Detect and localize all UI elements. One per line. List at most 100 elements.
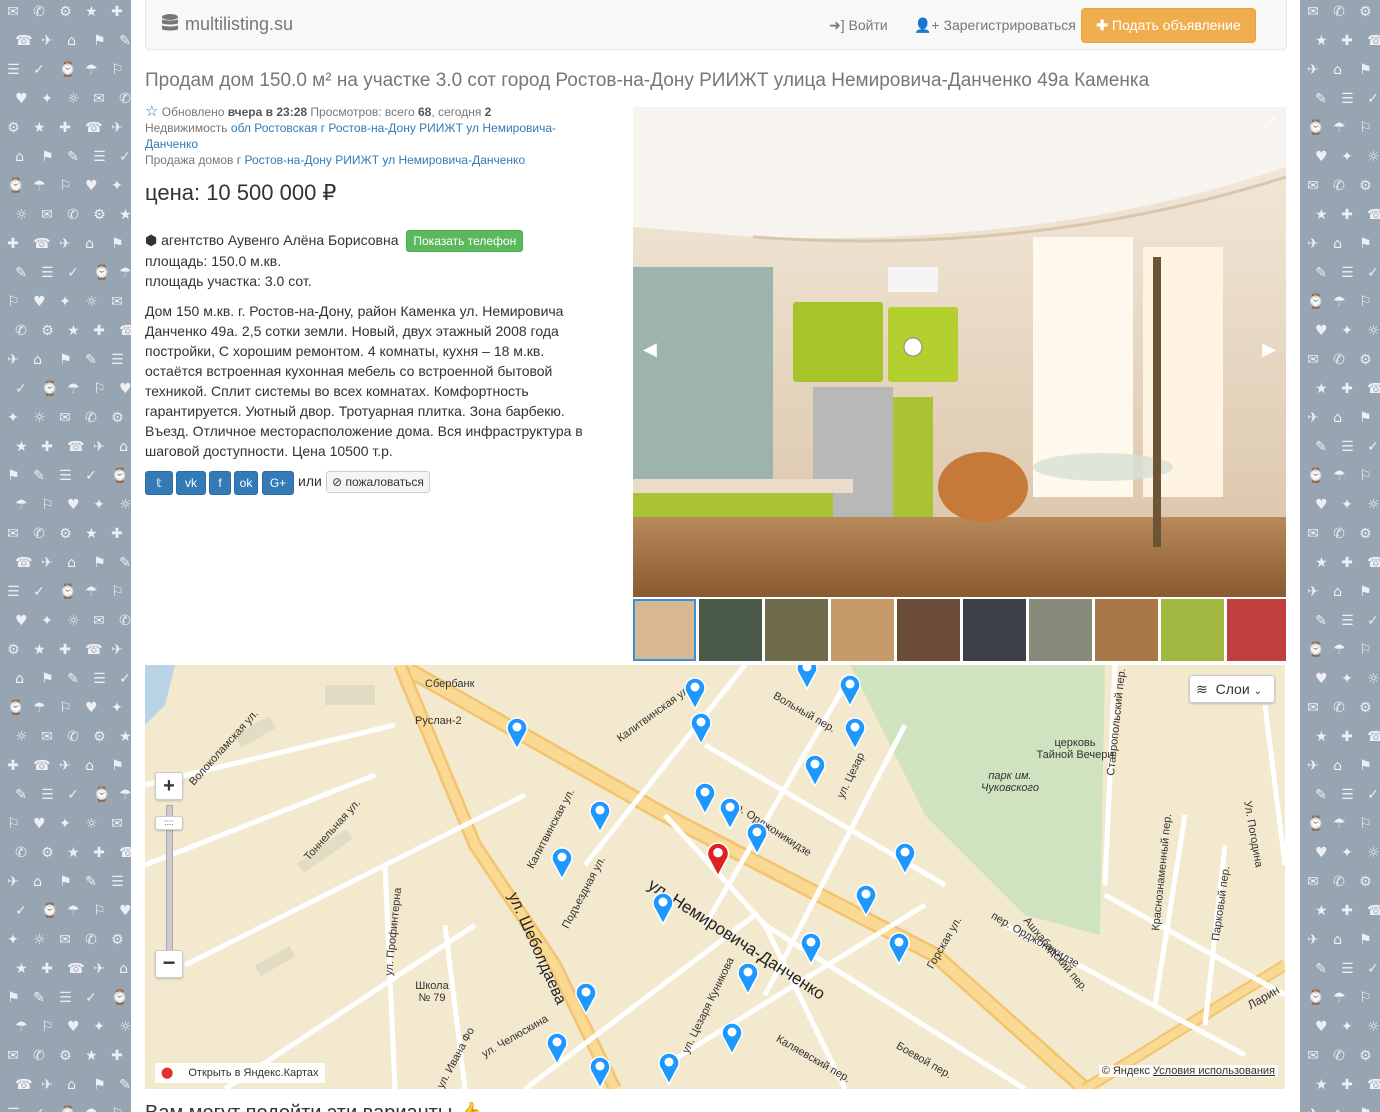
open-yandex-link[interactable]: ⬤ Открыть в Яндекс.Картах	[155, 1063, 325, 1083]
map-marker-icon[interactable]	[843, 716, 867, 751]
subcategory-prefix[interactable]: г	[237, 153, 241, 167]
pattern-icon: ⚐	[7, 816, 20, 832]
thumbnail[interactable]	[897, 599, 960, 661]
pattern-icon: ☂	[1333, 294, 1346, 310]
map-marker-icon[interactable]	[838, 673, 862, 708]
map-marker-icon[interactable]	[718, 796, 742, 831]
pattern-icon: ✎	[33, 990, 45, 1006]
listing-description: Дом 150 м.кв. г. Ростов-на-Дону, район К…	[145, 303, 583, 459]
twitter-icon[interactable]: 𝕥	[145, 471, 173, 495]
star-icon[interactable]: ☆	[145, 103, 158, 120]
yandex-map[interactable]: ул. Немировича-Данченко ул. Шеболдаева К…	[145, 665, 1285, 1089]
thumbnail[interactable]	[699, 599, 762, 661]
chevron-down-icon: ⌄	[1253, 686, 1262, 697]
pattern-icon: ✓	[119, 671, 131, 687]
map-marker-icon[interactable]	[720, 1021, 744, 1056]
map-marker-icon[interactable]	[736, 961, 760, 996]
cube-icon: ⬢	[145, 232, 158, 248]
pattern-icon: ✉	[1307, 4, 1319, 20]
pattern-icon: ⚙	[59, 1048, 72, 1064]
zoom-slider-handle[interactable]: ::::	[155, 816, 183, 830]
facebook-icon[interactable]: f	[209, 471, 231, 495]
pattern-icon: ✦	[1341, 323, 1353, 339]
pattern-icon: ✈	[1307, 62, 1319, 78]
odnoklassniki-icon[interactable]: ok	[234, 471, 258, 495]
pattern-icon: ☼	[33, 410, 46, 426]
map-marker-icon[interactable]	[550, 846, 574, 881]
terms-link[interactable]: Условия использования	[1153, 1065, 1275, 1077]
thumbnail[interactable]	[633, 599, 696, 661]
pattern-icon: ⌚	[1307, 120, 1325, 136]
photo-carousel[interactable]: ⤢ ◀ ▶	[633, 107, 1286, 597]
vk-icon[interactable]: vk	[176, 471, 206, 495]
map-marker-icon[interactable]	[689, 711, 713, 746]
thumbnail[interactable]	[1095, 599, 1158, 661]
thumbnail[interactable]	[765, 599, 828, 661]
map-marker-icon[interactable]	[854, 883, 878, 918]
fullscreen-icon[interactable]: ⤢	[1263, 115, 1276, 133]
pattern-icon: ☎	[15, 33, 33, 49]
zoom-out-button[interactable]: −	[155, 950, 183, 978]
map-marker-icon[interactable]	[799, 931, 823, 966]
show-phone-button[interactable]: Показать телефон	[406, 230, 524, 252]
map-marker-icon[interactable]	[657, 1051, 681, 1086]
map-marker-icon[interactable]	[893, 841, 917, 876]
pattern-icon: ✦	[7, 932, 19, 948]
thumbnail[interactable]	[963, 599, 1026, 661]
pattern-icon: ✎	[119, 555, 131, 571]
pattern-icon: ⚑	[93, 555, 106, 571]
views-label: Просмотров: всего	[310, 105, 415, 119]
pattern-icon: ★	[67, 845, 80, 861]
next-arrow-icon[interactable]: ▶	[1262, 339, 1276, 360]
pattern-icon: ♥	[119, 903, 131, 919]
layers-button[interactable]: ≋ Слои ⌄	[1189, 675, 1275, 703]
thumbnail[interactable]	[1029, 599, 1092, 661]
prev-arrow-icon[interactable]: ◀	[643, 339, 657, 360]
pattern-icon: ✆	[15, 323, 27, 339]
pattern-icon: ☰	[59, 990, 72, 1006]
map-marker-icon[interactable]	[651, 891, 675, 926]
pattern-icon: ☼	[119, 497, 131, 513]
register-link[interactable]: 👤+ Зарегистрироваться	[914, 17, 1076, 34]
map-marker-icon[interactable]	[545, 1031, 569, 1066]
complain-button[interactable]: ⊘ пожаловаться	[326, 471, 430, 493]
google-plus-icon[interactable]: G+	[262, 471, 294, 495]
thumbnail[interactable]	[1161, 599, 1224, 661]
map-marker-icon[interactable]	[588, 1055, 612, 1089]
pattern-icon: ✚	[1341, 33, 1353, 49]
pattern-icon: ⚙	[1359, 178, 1372, 194]
map-marker-icon[interactable]	[693, 781, 717, 816]
subcategory-link[interactable]: Ростов-на-Дону РИИЖТ ул Немировича-Данче…	[244, 153, 525, 167]
pattern-icon: ★	[1315, 555, 1328, 571]
pattern-icon: ⚐	[1359, 816, 1372, 832]
map-marker-icon[interactable]	[588, 799, 612, 834]
pattern-icon: ✉	[1307, 352, 1319, 368]
map-marker-icon[interactable]	[505, 716, 529, 751]
map-marker-icon[interactable]	[795, 665, 819, 691]
pattern-icon: ☂	[85, 62, 98, 78]
map-marker-icon[interactable]	[803, 753, 827, 788]
map-marker-icon[interactable]	[574, 981, 598, 1016]
map-marker-icon[interactable]	[887, 931, 911, 966]
pattern-icon: ☼	[1367, 323, 1380, 339]
pattern-icon: ⚐	[7, 294, 20, 310]
map-marker-icon[interactable]	[683, 676, 707, 711]
pattern-icon: ✈	[1307, 1106, 1319, 1112]
pattern-icon: ⚑	[1359, 584, 1372, 600]
add-listing-button[interactable]: ✚ Подать объявление	[1081, 8, 1256, 43]
thumbnail[interactable]	[1227, 599, 1286, 661]
pattern-icon: ☎	[119, 323, 131, 339]
current-location-marker-icon[interactable]	[705, 841, 731, 878]
user-plus-icon: 👤+	[914, 17, 940, 33]
site-logo[interactable]: multilisting.su	[161, 13, 293, 35]
pattern-icon: ✚	[59, 120, 71, 136]
pattern-icon: ⌚	[41, 903, 59, 919]
map-marker-icon[interactable]	[745, 821, 769, 856]
pattern-icon: ⚑	[93, 33, 106, 49]
thumbnail[interactable]	[831, 599, 894, 661]
navbar: multilisting.su ➜] Войти 👤+ Зарегистриро…	[145, 0, 1287, 50]
pattern-icon: ☂	[33, 178, 46, 194]
pattern-icon: ✓	[67, 787, 79, 803]
login-link[interactable]: ➜] Войти	[829, 17, 888, 34]
zoom-in-button[interactable]: +	[155, 772, 183, 800]
